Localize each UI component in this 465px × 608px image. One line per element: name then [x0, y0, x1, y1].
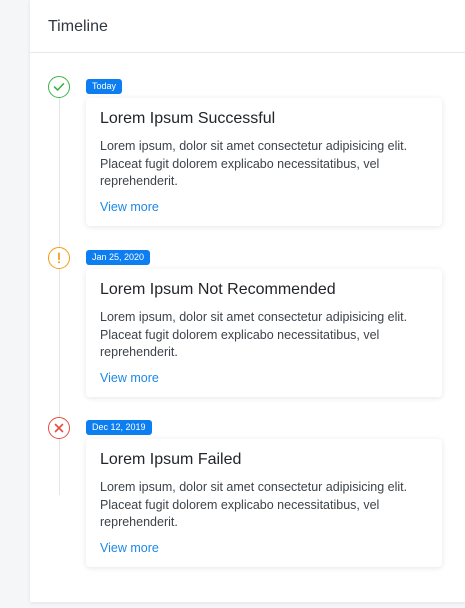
event-title: Lorem Ipsum Successful	[100, 110, 276, 127]
event-title: Lorem Ipsum Not Recommended	[100, 281, 336, 298]
date-badge: Today	[86, 79, 123, 94]
timeline-card: Timeline Today Lorem Ipsum Successful Lo…	[30, 0, 465, 602]
card-title: Timeline	[48, 17, 108, 35]
event-description: Lorem ipsum, dolor sit amet consectetur …	[100, 480, 408, 529]
event-card: Lorem Ipsum Not Recommended Lorem ipsum,…	[86, 269, 442, 397]
x-circle-icon	[48, 417, 70, 439]
event-card: Lorem Ipsum Failed Lorem ipsum, dolor si…	[86, 439, 442, 567]
card-header: Timeline	[30, 0, 465, 53]
check-circle-icon	[48, 76, 70, 98]
date-badge: Dec 12, 2019	[86, 420, 152, 435]
exclamation-circle-icon	[48, 247, 70, 269]
event-card: Lorem Ipsum Successful Lorem ipsum, dolo…	[86, 98, 442, 226]
event-title: Lorem Ipsum Failed	[100, 451, 242, 468]
event-description: Lorem ipsum, dolor sit amet consectetur …	[100, 139, 408, 188]
event-description: Lorem ipsum, dolor sit amet consectetur …	[100, 310, 408, 359]
view-more-link[interactable]: View more	[100, 371, 159, 385]
view-more-link[interactable]: View more	[100, 541, 159, 555]
date-badge: Jan 25, 2020	[86, 250, 151, 265]
view-more-link[interactable]: View more	[100, 200, 159, 214]
